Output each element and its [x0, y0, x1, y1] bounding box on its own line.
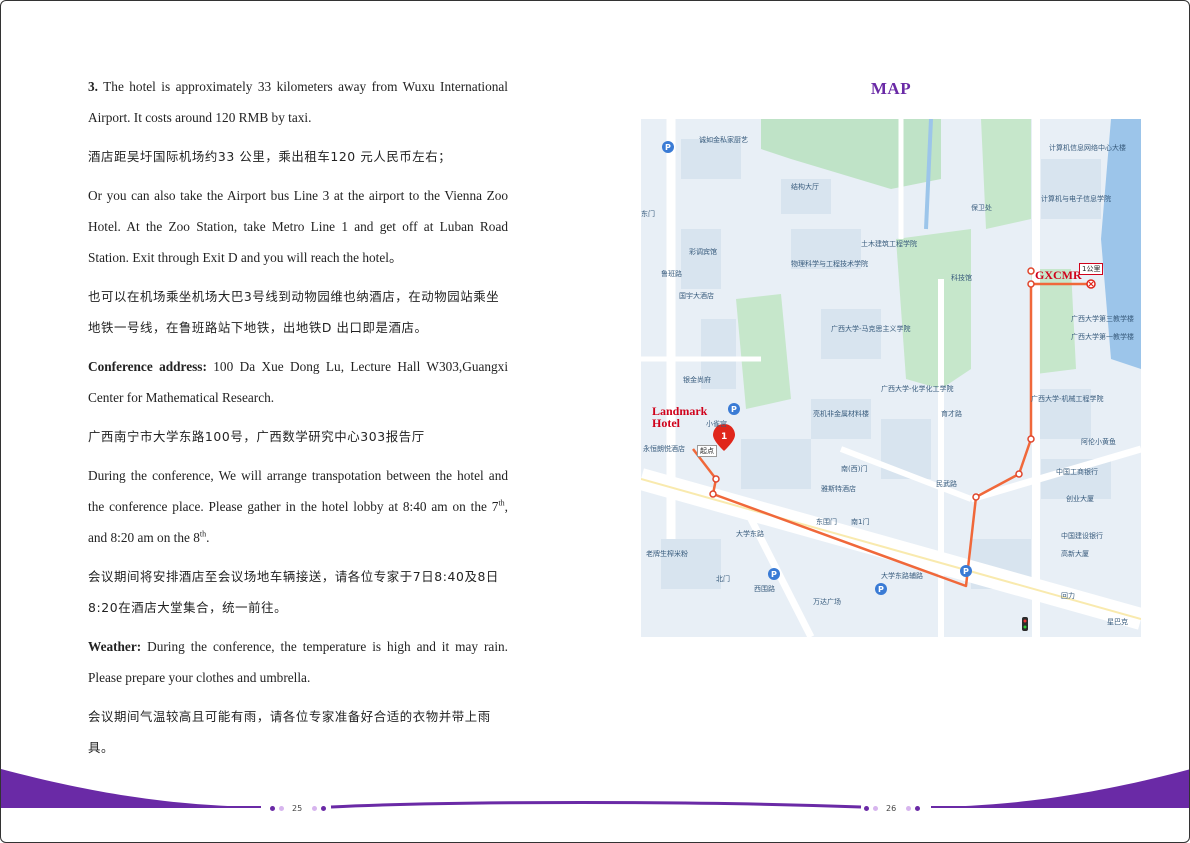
- footer-wave: [1, 769, 1189, 809]
- green-area: [896, 229, 971, 389]
- map-place-label: 土木建筑工程学院: [861, 240, 917, 248]
- transport-text-a: During the conference, We will arrange t…: [88, 468, 508, 514]
- map-place-label: 银金尚府: [683, 376, 711, 384]
- map-place-label: 中国工商银行: [1056, 468, 1098, 476]
- map-place-label: 雅斯特酒店: [821, 485, 856, 493]
- map-place-label: 大学东路: [736, 530, 764, 538]
- parking-icon: P: [728, 403, 740, 415]
- map-place-label: 中国建设银行: [1061, 532, 1103, 540]
- map-place-label: 北门: [716, 575, 730, 583]
- map-place-label: 民武路: [936, 480, 957, 488]
- paragraph-weather-cn: 会议期间气温较高且可能有雨，请各位专家准备好合适的衣物并带上雨具。: [88, 709, 491, 755]
- map-place-label: 回力: [1061, 592, 1075, 600]
- destination-label: GXCMR: [1035, 268, 1082, 282]
- map-place-label: 广西大学第三教学楼: [1071, 315, 1134, 323]
- destination-marker-icon: [1086, 279, 1096, 289]
- airport-distance-text: The hotel is approximately 33 kilometers…: [88, 79, 508, 125]
- map-place-label: 广西大学-化学化工学院: [881, 385, 954, 393]
- map-place-label: 小雀宫: [706, 420, 727, 428]
- page-frame: 3. The hotel is approximately 33 kilomet…: [0, 0, 1190, 843]
- map-place-label: 保卫处: [971, 204, 992, 212]
- map-place-label: 计算机与电子信息学院: [1041, 195, 1111, 203]
- paragraph-transportation-cn: 会议期间将安排酒店至会议场地车辆接送，请各位专家于7日8:40及8日8:20在酒…: [88, 569, 499, 615]
- map-place-label: 创业大厦: [1066, 495, 1094, 503]
- hotel-label: Hotel: [652, 416, 680, 430]
- map-title: MAP: [870, 79, 912, 98]
- map-place-label: 计算机信息网络中心大楼: [1049, 144, 1126, 152]
- map-place-label: 鲁班路: [661, 270, 682, 278]
- svg-text:P: P: [731, 405, 737, 414]
- paragraph-transportation: During the conference, We will arrange t…: [88, 460, 508, 553]
- map-place-label: 科技馆: [951, 274, 972, 282]
- map-place-label: 星巴克: [1107, 618, 1128, 626]
- map-place-label: 阿伦小黄鱼: [1081, 438, 1116, 446]
- page-dots-left-2: [312, 806, 326, 811]
- paragraph-weather: Weather: During the conference, the temp…: [88, 631, 508, 693]
- map-place-label: 永恒朗悦酒店: [643, 445, 685, 453]
- item-number: 3.: [88, 79, 98, 94]
- map-place-label: 东门: [641, 210, 655, 218]
- page-dots-right-2: [906, 806, 920, 811]
- page-number-left: 25: [292, 804, 303, 813]
- map-place-label: 大学东路辅路: [881, 572, 923, 580]
- page-dots-left: [270, 806, 284, 811]
- svg-text:P: P: [878, 585, 884, 594]
- page-dots-right: [864, 806, 878, 811]
- traffic-light-icon: [1022, 617, 1028, 631]
- parking-icon: P: [875, 583, 887, 595]
- paragraph-conference-address-cn: 广西南宁市大学东路100号，广西数学研究中心303报告厅: [88, 429, 425, 444]
- map-place-label: 南(西)门: [841, 465, 868, 473]
- map-place-label: 广西大学-马克思主义学院: [831, 325, 911, 333]
- map-place-label: 结构大厅: [791, 183, 819, 191]
- map-place-label: 万达广场: [813, 598, 841, 606]
- svg-text:1: 1: [721, 432, 727, 442]
- map-place-label: 广西大学-机械工程学院: [1031, 395, 1104, 403]
- paragraph-airport-distance-cn: 酒店距吴圩国际机场约33 公里，乘出租车120 元人民币左右；: [88, 149, 452, 164]
- transport-text-c: .: [206, 530, 210, 545]
- conference-address-label: Conference address:: [88, 359, 207, 374]
- parking-icon: P: [662, 141, 674, 153]
- parking-icon: P: [960, 565, 972, 577]
- paragraph-airport-bus-cn: 也可以在机场乘坐机场大巴3号线到动物园维也纳酒店，在动物园站乘坐地铁一号线，在鲁…: [88, 289, 500, 335]
- map-place-label: 东围门: [816, 518, 837, 526]
- map-place-label: 西围路: [754, 585, 775, 593]
- svg-text:P: P: [771, 570, 777, 579]
- map-place-label: 高新大厦: [1061, 550, 1089, 558]
- map-place-label: 诚如金私家厨艺: [699, 136, 748, 144]
- map-place-label: 物理科学与工程技术学院: [791, 260, 868, 268]
- page-number-right: 26: [886, 804, 897, 813]
- weather-text: During the conference, the temperature i…: [88, 639, 508, 685]
- paragraph-airport-bus: Or you can also take the Airport bus Lin…: [88, 188, 508, 265]
- map-place-label: 国宇大酒店: [679, 292, 714, 300]
- map-place-label: 亮机非金属材料楼: [813, 410, 869, 418]
- svg-text:P: P: [665, 143, 671, 152]
- left-column: 3. The hotel is approximately 33 kilomet…: [88, 71, 508, 771]
- parking-icon: P: [768, 568, 780, 580]
- svg-text:P: P: [963, 567, 969, 576]
- weather-label: Weather:: [88, 639, 142, 654]
- start-badge: 起点: [697, 445, 717, 457]
- map-place-label: 南1门: [851, 518, 870, 526]
- paragraph-airport-distance: 3. The hotel is approximately 33 kilomet…: [88, 71, 508, 133]
- route-map: P P P P P 1 Landmark Hotel GXCMR 1公里 起点 …: [641, 119, 1141, 637]
- map-place-label: 育才路: [941, 410, 962, 418]
- map-place-label: 广西大学第一教学楼: [1071, 333, 1134, 341]
- map-place-label: 老牌生榨米粉: [646, 550, 688, 558]
- map-place-label: 彩调宾馆: [689, 248, 717, 256]
- distance-badge: 1公里: [1079, 263, 1104, 275]
- paragraph-conference-address: Conference address: 100 Da Xue Dong Lu, …: [88, 351, 508, 413]
